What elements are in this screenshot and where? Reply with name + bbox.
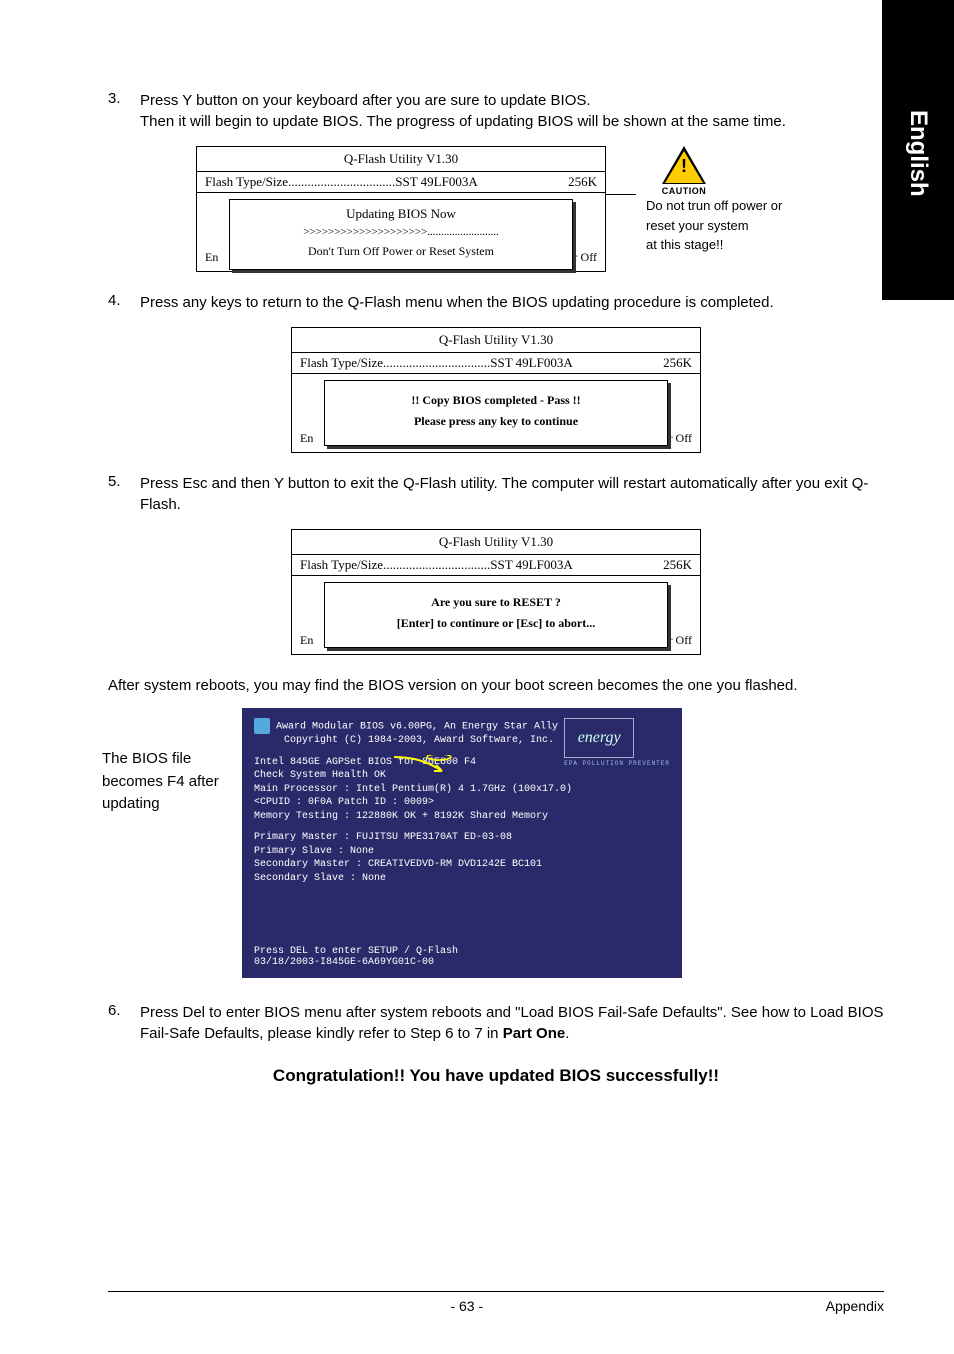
caution-note: Do not trun off power or reset your syst… (646, 196, 796, 255)
step-6-partone: Part One (503, 1025, 566, 1042)
boot-l9: Primary Slave : None (254, 846, 374, 857)
after-reboot-text: After system reboots, you may find the B… (108, 675, 884, 696)
footer-section: Appendix (826, 1298, 884, 1314)
step-5-number: 5. (108, 473, 140, 515)
boot-b1: Press DEL to enter SETUP / Q-Flash (254, 946, 458, 957)
flash-type-value: SST 49LF003A (395, 174, 477, 189)
boot-l2: Copyright (C) 1984-2003, Award Software,… (284, 735, 554, 746)
step-4-text: Press any keys to return to the Q-Flash … (140, 292, 884, 313)
popup-completed-line2: Please press any key to continue (329, 414, 663, 429)
qflash-panel-2: Q-Flash Utility V1.30 Flash Type/Size...… (291, 327, 701, 453)
boot-bottom-block: Press DEL to enter SETUP / Q-Flash 03/18… (254, 946, 458, 968)
popup-updating-progress: >>>>>>>>>>>>>>>>>>>>....................… (234, 226, 568, 238)
language-tab: English (882, 0, 954, 300)
page-content: 3. Press Y button on your keyboard after… (0, 0, 954, 1086)
flash-type-prefix: Flash Type/Size (205, 174, 288, 189)
qflash-panel-1: Q-Flash Utility V1.30 Flash Type/Size...… (196, 146, 606, 272)
step-3: 3. Press Y button on your keyboard after… (108, 90, 884, 132)
popup-updating-title: Updating BIOS Now (234, 206, 568, 222)
popup-updating-msg: Don't Turn Off Power or Reset System (234, 244, 568, 259)
step-5: 5. Press Esc and then Y button to exit t… (108, 473, 884, 515)
qflash-flashline: Flash Type/Size.........................… (197, 172, 605, 193)
behind-left: En (205, 250, 218, 265)
boot-l4: Check System Health OK (254, 770, 386, 781)
step-4-number: 4. (108, 292, 140, 313)
boot-l10: Secondary Master : CREATIVEDVD-RM DVD124… (254, 859, 542, 870)
step-6-number: 6. (108, 1002, 140, 1044)
step-4: 4. Press any keys to return to the Q-Fla… (108, 292, 884, 313)
qflash-popup-area-2: En er Off !! Copy BIOS completed - Pass … (292, 374, 700, 452)
qflash-panel-3: Q-Flash Utility V1.30 Flash Type/Size...… (291, 529, 701, 655)
step-5-text: Press Esc and then Y button to exit the … (140, 473, 884, 515)
step-3-number: 3. (108, 90, 140, 132)
popup-completed-line1: !! Copy BIOS completed - Pass !! (329, 393, 663, 408)
popup-updating: Updating BIOS Now >>>>>>>>>>>>>>>>>>>>..… (229, 199, 573, 270)
figure-3-row: Q-Flash Utility V1.30 Flash Type/Size...… (108, 529, 884, 655)
page-footer: - 63 - Appendix (108, 1291, 884, 1314)
step-3-text: Press Y button on your keyboard after yo… (140, 90, 884, 132)
award-logo-icon (254, 718, 270, 734)
boot-l6: <CPUID : 0F0A Patch ID : 0009> (254, 797, 434, 808)
energy-star-logo: energy EPA POLLUTION PREVENTER (564, 718, 670, 767)
step-6-text: Press Del to enter BIOS menu after syste… (140, 1002, 884, 1044)
flash-type-cell: Flash Type/Size.........................… (205, 174, 537, 190)
caution-triangle-icon: ! (662, 146, 706, 184)
popup-completed: !! Copy BIOS completed - Pass !! Please … (324, 380, 668, 446)
qflash-title-3: Q-Flash Utility V1.30 (292, 530, 700, 555)
boot-l7: Memory Testing : 122880K OK + 8192K Shar… (254, 811, 548, 822)
boot-l5: Main Processor : Intel Pentium(R) 4 1.7G… (254, 784, 572, 795)
boot-b2: 03/18/2003-I845GE-6A69YG01C-00 (254, 957, 434, 968)
energy-word: energy (564, 718, 634, 758)
qflash-title: Q-Flash Utility V1.30 (197, 147, 605, 172)
step-3-line1: Press Y button on your keyboard after yo… (140, 92, 591, 109)
step-6: 6. Press Del to enter BIOS menu after sy… (108, 1002, 884, 1044)
qflash-popup-area: En er Off Updating BIOS Now >>>>>>>>>>>>… (197, 193, 605, 271)
figure-2-row: Q-Flash Utility V1.30 Flash Type/Size...… (108, 327, 884, 453)
congratulation-text: Congratulation!! You have updated BIOS s… (108, 1066, 884, 1086)
caution-note-3: at this stage!! (646, 237, 723, 252)
qflash-title-2: Q-Flash Utility V1.30 (292, 328, 700, 353)
page-number: - 63 - (108, 1298, 826, 1314)
popup-reset-line2: [Enter] to continure or [Esc] to abort..… (329, 616, 663, 631)
language-tab-text: English (904, 110, 932, 197)
boot-screen: energy EPA POLLUTION PREVENTER Award Mod… (242, 708, 682, 978)
boot-l3a: Intel 845GE AGPSet BIOS (254, 757, 398, 768)
boot-label: The BIOS file becomes F4 after updating (102, 708, 242, 816)
energy-subtitle: EPA POLLUTION PREVENTER (564, 760, 670, 767)
caution-label: CAUTION (654, 186, 714, 196)
boot-l11: Secondary Slave : None (254, 873, 386, 884)
caution-note-1: Do not trun off power or (646, 198, 782, 213)
caution-icon-box: ! CAUTION (654, 146, 714, 196)
popup-reset: Are you sure to RESET ? [Enter] to conti… (324, 582, 668, 648)
callout-arrow-icon (392, 755, 452, 773)
popup-reset-line1: Are you sure to RESET ? (329, 595, 663, 610)
caution-note-2: reset your system (646, 218, 749, 233)
connector-line (606, 194, 636, 195)
step-6-tail: . (565, 1025, 569, 1042)
boot-l1: Award Modular BIOS v6.00PG, An Energy St… (276, 722, 558, 733)
qflash-flashline-3: Flash Type/Size.........................… (292, 555, 700, 576)
qflash-popup-area-3: En er Off Are you sure to RESET ? [Enter… (292, 576, 700, 654)
flash-size: 256K (537, 174, 597, 190)
boot-l8: Primary Master : FUJITSU MPE3170AT ED-03… (254, 832, 512, 843)
qflash-flashline-2: Flash Type/Size.........................… (292, 353, 700, 374)
figure-1-row: Q-Flash Utility V1.30 Flash Type/Size...… (108, 146, 884, 272)
boot-figure: The BIOS file becomes F4 after updating … (108, 708, 884, 978)
step-3-line2: Then it will begin to update BIOS. The p… (140, 113, 786, 130)
